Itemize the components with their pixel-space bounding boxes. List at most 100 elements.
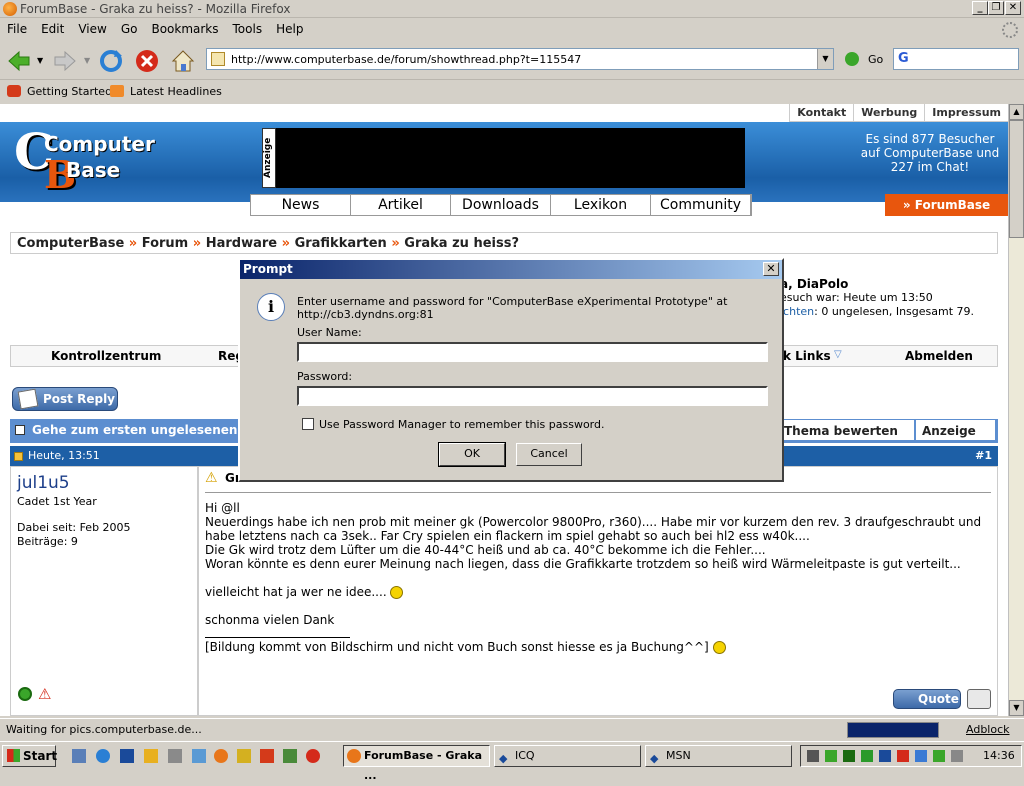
url-bar[interactable]: http://www.computerbase.de/forum/showthr… [206,48,834,70]
tab-forumbase[interactable]: » ForumBase [885,194,1008,216]
menu-go[interactable]: Go [114,19,145,39]
breadcrumb-computerbase[interactable]: ComputerBase [17,236,124,251]
minimize-button[interactable]: _ [972,1,988,15]
breadcrumb-hardware[interactable]: Hardware [206,236,277,251]
tray-temp-icon[interactable] [879,750,891,762]
tab-community[interactable]: Community [651,195,751,215]
close-window-button[interactable]: ✕ [1005,1,1021,15]
search-box[interactable]: G [893,48,1019,70]
menu-view[interactable]: View [71,19,113,39]
quick-links-dropdown-icon[interactable]: ▽ [834,349,842,360]
adblock-button[interactable]: Adblock [966,723,1010,736]
tray-antivirus-icon[interactable] [897,750,909,762]
back-icon[interactable] [6,48,32,74]
post-author[interactable]: jul1u5 [17,473,70,493]
task-firefox[interactable]: ForumBase - Graka ... [343,745,490,782]
tab-downloads[interactable]: Downloads [451,195,551,215]
back-dropdown-icon[interactable]: ▼ [37,56,43,65]
scroll-thumb[interactable] [1009,120,1024,238]
tray-network-icon[interactable] [825,750,837,762]
menu-bookmarks[interactable]: Bookmarks [144,19,225,39]
breadcrumb-grafikkarten[interactable]: Grafikkarten [295,236,387,251]
quote-button[interactable]: Quote [893,689,961,709]
warning-icon: ⚠ [205,470,218,486]
link-first-unread[interactable]: Gehe zum ersten ungelesenen B [32,423,251,437]
quicklaunch-folder-icon[interactable] [144,749,158,763]
dialog-close-button[interactable]: ✕ [763,262,779,276]
forward-icon[interactable] [52,48,78,74]
menu-edit[interactable]: Edit [34,19,71,39]
quicklaunch-ie-icon[interactable] [96,749,110,763]
reload-icon[interactable] [98,48,124,74]
stop-icon[interactable] [134,48,160,74]
ad-banner[interactable] [262,128,745,188]
tab-lexikon[interactable]: Lexikon [551,195,651,215]
google-search-icon[interactable]: G [898,51,909,66]
anzeige-button[interactable]: Anzeige ▽ [915,419,996,460]
link-impressum[interactable]: Impressum [924,104,1008,121]
quicklaunch-app-icon[interactable] [120,749,134,763]
window-title: ForumBase - Graka zu heiss? - Mozilla Fi… [20,2,291,16]
cancel-button[interactable]: Cancel [516,443,582,466]
rate-thread-button[interactable]: Thema bewerten ▽ [777,419,915,460]
menu-file[interactable]: File [0,19,34,39]
status-text: Waiting for pics.computerbase.de... [6,723,202,736]
task-msn[interactable]: ◆ MSN [645,745,792,767]
ok-button[interactable]: OK [438,442,506,467]
scroll-down-icon[interactable]: ▼ [1009,700,1024,716]
post-reply-button[interactable]: Post Reply [12,387,118,411]
quicklaunch-explorer-icon[interactable] [168,749,182,763]
page-scrollbar[interactable]: ▲ ▼ [1008,104,1024,716]
go-button[interactable]: Go [868,53,883,66]
start-button[interactable]: Start [2,745,57,767]
scroll-up-icon[interactable]: ▲ [1009,104,1024,120]
taskbar: Start ForumBase - Graka ... ◆ ICQ ◆ MSN … [0,741,1024,782]
tray-volume-icon[interactable] [807,750,819,762]
tray-icq-icon[interactable] [933,750,945,762]
link-abmelden[interactable]: Abmelden [905,349,973,363]
bookmark-getting-started[interactable]: Getting Started [27,85,112,98]
restore-button[interactable]: ❐ [988,1,1004,15]
post-greeting: Hi @ll [205,501,240,515]
link-kontrollzentrum[interactable]: Kontrollzentrum [51,349,161,363]
tab-news[interactable]: News [251,195,351,215]
quicklaunch-desktop-icon[interactable] [72,749,86,763]
url-dropdown-icon[interactable]: ▼ [817,49,833,69]
quicklaunch-game-icon[interactable] [283,749,297,763]
quicklaunch-firefox-icon[interactable] [214,749,228,763]
quicklaunch-network-icon[interactable] [192,749,206,763]
breadcrumb-forum[interactable]: Forum [142,236,189,251]
quicklaunch-tool-icon[interactable] [237,749,251,763]
quicklaunch-pdf-icon[interactable] [260,749,274,763]
messages-link[interactable]: ichten [780,305,814,318]
multi-quote-icon[interactable] [967,689,991,709]
home-icon[interactable] [170,48,196,74]
tray-app-icon[interactable] [843,750,855,762]
forward-dropdown-icon[interactable]: ▼ [84,56,90,65]
link-werbung[interactable]: Werbung [853,104,924,121]
bookmark-latest-headlines[interactable]: Latest Headlines [130,85,222,98]
computerbase-logo[interactable]: C Computer B Base [10,122,155,197]
remember-password-label: Use Password Manager to remember this pa… [319,418,605,431]
link-kontakt[interactable]: Kontakt [789,104,853,121]
post-paragraph-2: Die Gk wird trotz dem Lüfter um die 40-4… [205,543,766,557]
tray-sync-icon[interactable] [861,750,873,762]
task-icq[interactable]: ◆ ICQ [494,745,641,767]
tray-usb-icon[interactable] [951,750,963,762]
tray-monitor-icon[interactable] [915,750,927,762]
username-input[interactable] [297,342,768,362]
menu-tools[interactable]: Tools [226,19,270,39]
go-icon[interactable] [845,52,859,66]
breadcrumb-thread[interactable]: Graka zu heiss? [404,236,519,251]
tab-artikel[interactable]: Artikel [351,195,451,215]
url-text[interactable]: http://www.computerbase.de/forum/showthr… [231,53,581,66]
password-input[interactable] [297,386,768,406]
remember-password-checkbox[interactable] [302,418,314,430]
menu-help[interactable]: Help [269,19,310,39]
throbber-icon [1002,22,1018,38]
username-label: User Name: [297,326,362,339]
post-number[interactable]: #1 [975,446,992,466]
report-post-icon[interactable]: ⚠ [38,685,51,703]
quicklaunch-skype-icon[interactable] [306,749,320,763]
link-quick-links[interactable]: k Links [783,349,831,363]
